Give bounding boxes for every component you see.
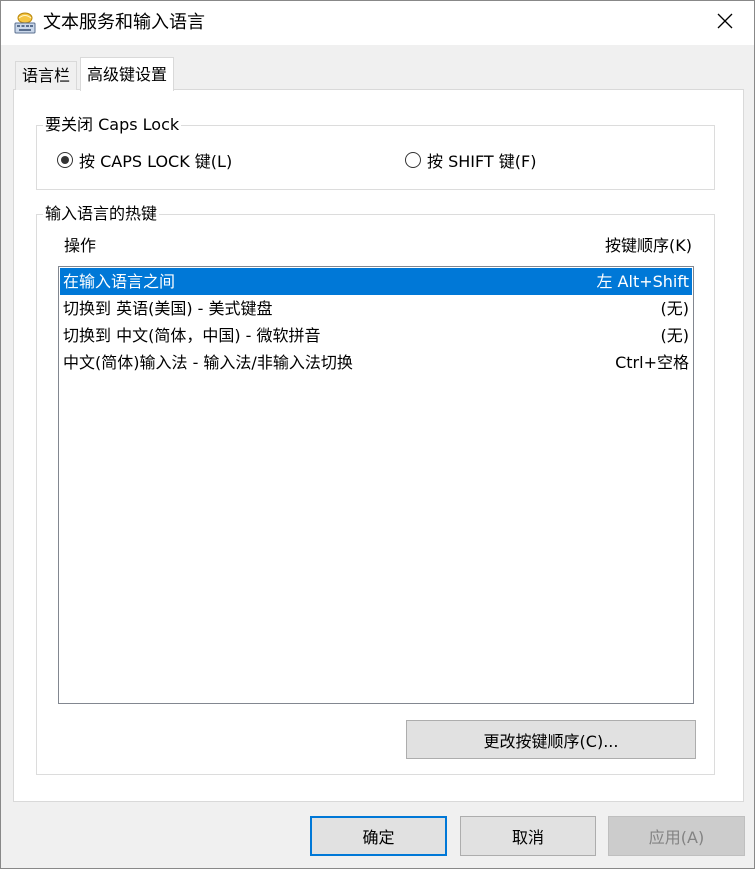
list-item-keys: Ctrl+空格 — [615, 353, 689, 372]
cancel-button[interactable]: 取消 — [460, 816, 596, 856]
apply-button[interactable]: 应用(A) — [608, 816, 745, 856]
tab-advanced-key-settings[interactable]: 高级键设置 — [80, 57, 175, 91]
list-item-action: 切换到 中文(简体，中国) - 微软拼音 — [63, 326, 321, 345]
radio-caps-lock-label: 按 CAPS LOCK 键(L) — [79, 152, 233, 171]
column-header-key-sequence: 按键顺序(K) — [605, 236, 692, 255]
title-bar[interactable]: 文本服务和输入语言 — [1, 1, 754, 45]
keyboard-globe-icon — [13, 11, 37, 35]
close-icon — [717, 13, 733, 33]
tab-language-bar[interactable]: 语言栏 — [15, 61, 78, 90]
list-item-action: 切换到 英语(美国) - 美式键盘 — [63, 299, 273, 318]
list-item[interactable]: 切换到 英语(美国) - 美式键盘 (无) — [60, 295, 692, 322]
list-item-keys: (无) — [660, 299, 690, 318]
ok-button[interactable]: 确定 — [310, 816, 447, 856]
change-key-sequence-button[interactable]: 更改按键顺序(C)... — [406, 720, 696, 759]
window-title: 文本服务和输入语言 — [43, 12, 205, 33]
list-item[interactable]: 在输入语言之间 左 Alt+Shift — [60, 268, 692, 295]
radio-button-unchecked[interactable] — [405, 152, 421, 168]
advanced-key-settings-panel: 要关闭 Caps Lock 按 CAPS LOCK 键(L) 按 SHIFT 键… — [13, 89, 744, 802]
radio-button-checked[interactable] — [57, 152, 73, 168]
list-item[interactable]: 中文(简体)输入法 - 输入法/非输入法切换 Ctrl+空格 — [60, 349, 692, 376]
caps-lock-group-title: 要关闭 Caps Lock — [43, 114, 182, 136]
list-item-keys: (无) — [660, 326, 690, 345]
radio-caps-lock-key[interactable]: 按 CAPS LOCK 键(L) — [57, 148, 232, 172]
caps-lock-group: 要关闭 Caps Lock 按 CAPS LOCK 键(L) 按 SHIFT 键… — [36, 114, 715, 190]
hotkeys-group: 输入语言的热键 操作 按键顺序(K) 在输入语言之间 左 Alt+Shift 切… — [36, 203, 715, 775]
close-button[interactable] — [696, 1, 754, 45]
dialog-window: 文本服务和输入语言 要关闭 Caps Lock 按 CAPS LOCK 键(L)… — [0, 0, 755, 869]
list-item-keys: 左 Alt+Shift — [596, 272, 689, 291]
list-item[interactable]: 切换到 中文(简体，中国) - 微软拼音 (无) — [60, 322, 692, 349]
list-item-action: 在输入语言之间 — [63, 272, 176, 291]
radio-shift-key[interactable]: 按 SHIFT 键(F) — [405, 148, 536, 172]
list-item-action: 中文(简体)输入法 - 输入法/非输入法切换 — [63, 353, 353, 372]
hotkeys-group-title: 输入语言的热键 — [43, 203, 160, 225]
hotkeys-list[interactable]: 在输入语言之间 左 Alt+Shift 切换到 英语(美国) - 美式键盘 (无… — [58, 266, 694, 704]
radio-shift-label: 按 SHIFT 键(F) — [427, 152, 537, 171]
column-header-action: 操作 — [64, 236, 97, 255]
